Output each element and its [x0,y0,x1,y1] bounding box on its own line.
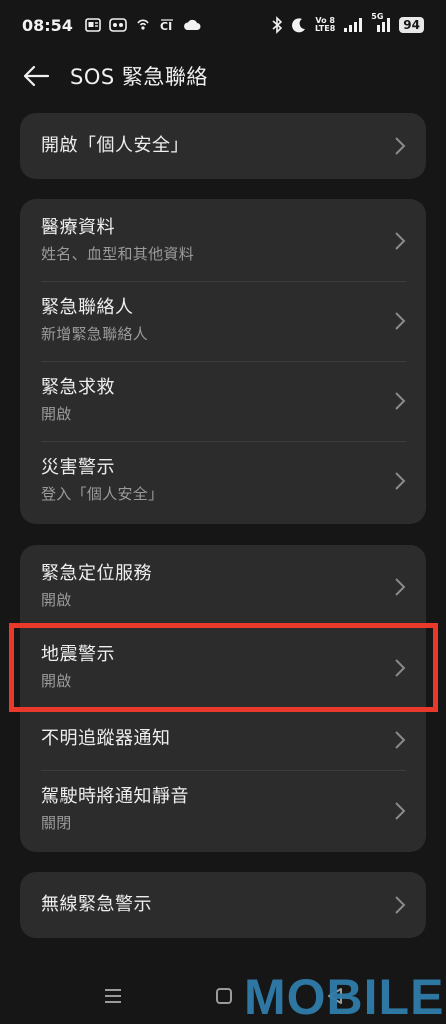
row-text: 開啟「個人安全」 [41,134,189,158]
chevron-right-icon [395,312,406,330]
ci-status-icon: CI [159,17,175,33]
row-text: 無線緊急警示 [41,893,152,917]
signal-icon [343,17,363,33]
row-emergency-contacts[interactable]: 緊急聯絡人 新增緊急聯絡人 [20,281,426,361]
row-text: 緊急定位服務 開啟 [41,562,152,610]
home-square-icon [216,988,232,1004]
page-title: SOS 緊急聯絡 [70,65,208,89]
row-text: 不明追蹤器通知 [41,727,171,751]
svg-text:CI: CI [160,20,172,33]
row-unknown-tracker-alerts[interactable]: 不明追蹤器通知 [20,710,426,770]
home-button[interactable] [215,987,233,1009]
row-earthquake-alerts[interactable]: 地震警示 開啟 [20,628,426,708]
row-subtitle: 關閉 [41,814,72,832]
row-text: 駕駛時將通知靜音 關閉 [41,785,189,833]
status-right: Vo 8 LTE8 5G 94 [271,13,424,34]
back-button[interactable] [20,60,52,92]
card-location-alerts: 緊急定位服務 開啟 地震警示 開啟 不明追蹤器通知 駕駛時將通知靜音 關閉 [20,545,426,852]
bluetooth-icon [271,16,283,34]
volte-icon: Vo 8 LTE8 [315,17,335,33]
status-time: 08:54 [22,15,73,35]
app-notification-icon [109,18,127,32]
cloud-icon [183,19,201,31]
row-text: 緊急聯絡人 新增緊急聯絡人 [41,296,148,344]
row-text: 地震警示 開啟 [41,643,115,691]
status-left: 08:54 CI [22,16,201,35]
status-bar: 08:54 CI Vo 8 LTE8 5G 94 [0,0,446,50]
row-title: 駕駛時將通知靜音 [41,786,189,807]
row-title: 地震警示 [41,644,115,665]
news-icon [85,18,101,32]
watermark-text: MOBILE [244,969,445,1024]
signal-5g-label: 5G [371,12,384,21]
chevron-right-icon [395,731,406,749]
moon-icon [291,17,307,33]
card-wireless-alerts: 無線緊急警示 [20,872,426,938]
chevron-right-icon [395,659,406,677]
card-emergency-info: 醫療資料 姓名、血型和其他資料 緊急聯絡人 新增緊急聯絡人 緊急求救 開啟 災害… [20,199,426,524]
row-text: 醫療資料 姓名、血型和其他資料 [41,216,194,264]
row-subtitle: 開啟 [41,591,72,609]
row-open-personal-safety[interactable]: 開啟「個人安全」 [20,113,426,179]
signal-5g-icon: 5G [371,13,391,33]
row-title: 緊急定位服務 [41,563,152,584]
row-subtitle: 登入「個人安全」 [41,485,164,503]
row-subtitle: 新增緊急聯絡人 [41,325,149,343]
arrow-left-icon [23,65,50,87]
row-text: 緊急求救 開啟 [41,376,115,424]
row-silence-notifications-driving[interactable]: 駕駛時將通知靜音 關閉 [20,770,426,852]
row-title: 不明追蹤器通知 [41,728,171,749]
row-subtitle: 開啟 [41,405,72,423]
chevron-right-icon [395,137,406,155]
row-title: 緊急求救 [41,377,115,398]
app-header: SOS 緊急聯絡 [0,50,446,102]
chevron-right-icon [395,578,406,596]
network-bottom-label: LTE8 [315,24,336,33]
card-personal-safety: 開啟「個人安全」 [20,113,426,179]
row-title: 醫療資料 [41,217,115,238]
row-wireless-emergency-alerts[interactable]: 無線緊急警示 [20,872,426,938]
row-title: 災害警示 [41,457,115,478]
hotspot-icon [135,17,151,33]
row-subtitle: 開啟 [41,672,72,690]
battery-indicator: 94 [399,17,424,33]
chevron-right-icon [395,896,406,914]
row-emergency-location-service[interactable]: 緊急定位服務 開啟 [20,545,426,625]
row-title: 開啟「個人安全」 [41,135,189,156]
row-title: 無線緊急警示 [41,894,152,915]
menu-button[interactable] [103,987,123,1009]
row-subtitle: 姓名、血型和其他資料 [41,245,195,263]
menu-icon [105,989,121,1003]
watermark-logo: MOBILE [244,968,444,1024]
chevron-right-icon [395,802,406,820]
chevron-right-icon [395,232,406,250]
row-text: 災害警示 登入「個人安全」 [41,456,163,504]
chevron-right-icon [395,392,406,410]
row-emergency-sos[interactable]: 緊急求救 開啟 [20,361,426,441]
chevron-right-icon [395,472,406,490]
row-disaster-alerts[interactable]: 災害警示 登入「個人安全」 [20,441,426,524]
row-title: 緊急聯絡人 [41,297,134,318]
row-medical-info[interactable]: 醫療資料 姓名、血型和其他資料 [20,199,426,281]
